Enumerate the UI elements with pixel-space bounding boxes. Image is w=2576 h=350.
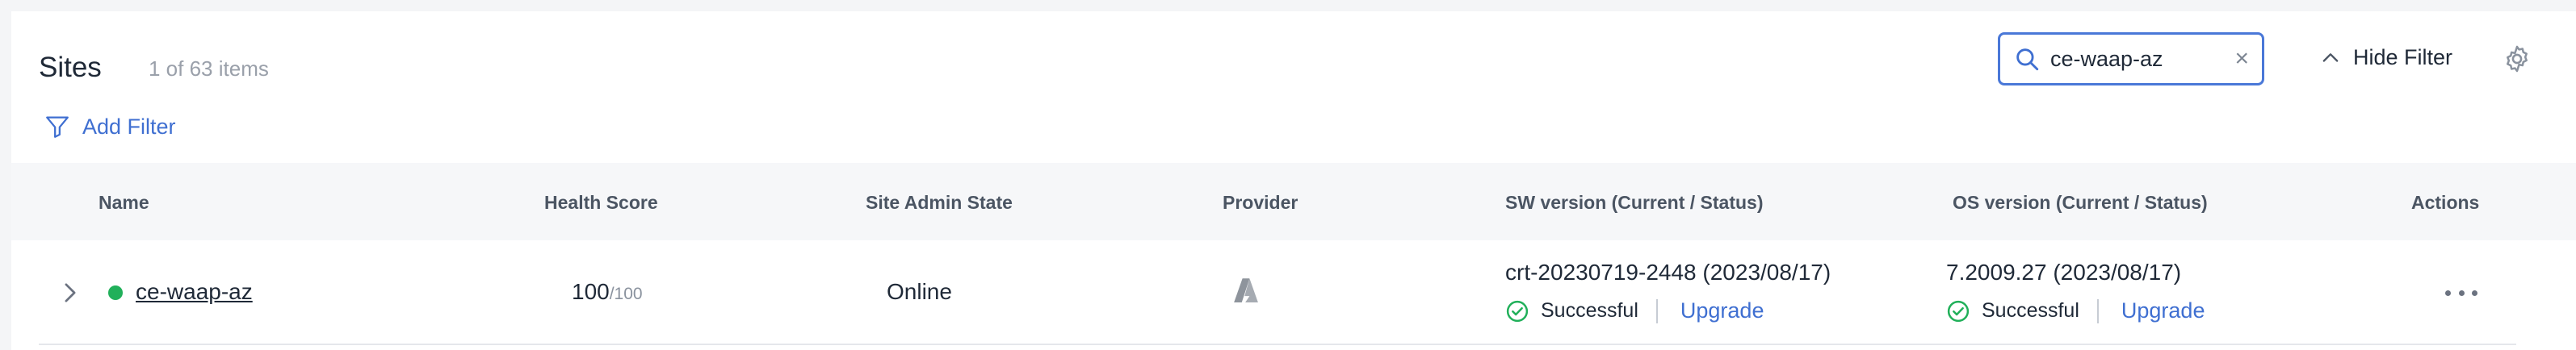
health-score: 100/100 — [572, 279, 643, 305]
hide-filter-label: Hide Filter — [2353, 45, 2453, 69]
search-input[interactable] — [2050, 46, 2229, 72]
check-circle-icon — [1947, 300, 1970, 322]
os-version: 7.2009.27 (2023/08/17) — [1946, 260, 2182, 285]
column-header-provider[interactable]: Provider — [1223, 192, 1298, 214]
close-icon[interactable]: × — [2234, 47, 2249, 71]
dot — [2472, 290, 2477, 296]
site-status-dot — [108, 285, 123, 300]
search-box[interactable]: × — [1998, 32, 2264, 85]
check-circle-icon — [1506, 300, 1529, 322]
sw-status-text: Successful — [1541, 299, 1638, 322]
sw-status: Successful Upgrade — [1505, 298, 1764, 323]
table-row[interactable]: ce-waap-az 100/100 Online crt-20230719-2… — [39, 240, 2516, 345]
column-header-site-admin-state[interactable]: Site Admin State — [866, 192, 1013, 214]
chevron-up-icon — [2322, 52, 2339, 62]
sw-version: crt-20230719-2448 (2023/08/17) — [1505, 260, 1831, 285]
chevron-right-icon[interactable] — [61, 279, 79, 306]
search-icon — [2016, 48, 2039, 71]
divider — [1655, 298, 1658, 323]
site-admin-state: Online — [887, 279, 952, 304]
column-header-os-version[interactable]: OS version (Current / Status) — [1953, 192, 2208, 214]
dot — [2445, 290, 2451, 296]
column-header-health-score[interactable]: Health Score — [544, 192, 658, 214]
page-title: Sites — [39, 52, 102, 83]
os-status-text: Successful — [1982, 299, 2079, 322]
item-count: 1 of 63 items — [149, 56, 269, 81]
more-horizontal-icon[interactable] — [2445, 281, 2477, 305]
site-name-link[interactable]: ce-waap-az — [136, 279, 253, 305]
table-header: Name Health Score Site Admin State Provi… — [11, 163, 2576, 240]
azure-provider-icon — [1234, 278, 1258, 302]
sites-panel: Sites 1 of 63 items Add Filter × Hide Fi… — [11, 11, 2576, 350]
health-score-value: 100 — [572, 279, 610, 304]
add-filter-button[interactable]: Add Filter — [44, 113, 176, 140]
column-header-name[interactable]: Name — [99, 192, 149, 214]
column-header-actions: Actions — [2411, 192, 2480, 213]
os-upgrade-link[interactable]: Upgrade — [2121, 298, 2205, 323]
hide-filter-button[interactable]: Hide Filter — [2319, 45, 2452, 70]
filter-funnel-icon — [46, 116, 69, 138]
gear-icon[interactable] — [2502, 44, 2532, 74]
add-filter-label: Add Filter — [82, 114, 176, 139]
os-status: Successful Upgrade — [1946, 298, 2205, 323]
column-header-sw-version[interactable]: SW version (Current / Status) — [1505, 192, 1763, 214]
divider — [2096, 298, 2099, 323]
dot — [2458, 290, 2465, 296]
health-score-max: /100 — [609, 285, 643, 303]
sw-upgrade-link[interactable]: Upgrade — [1680, 298, 1764, 323]
